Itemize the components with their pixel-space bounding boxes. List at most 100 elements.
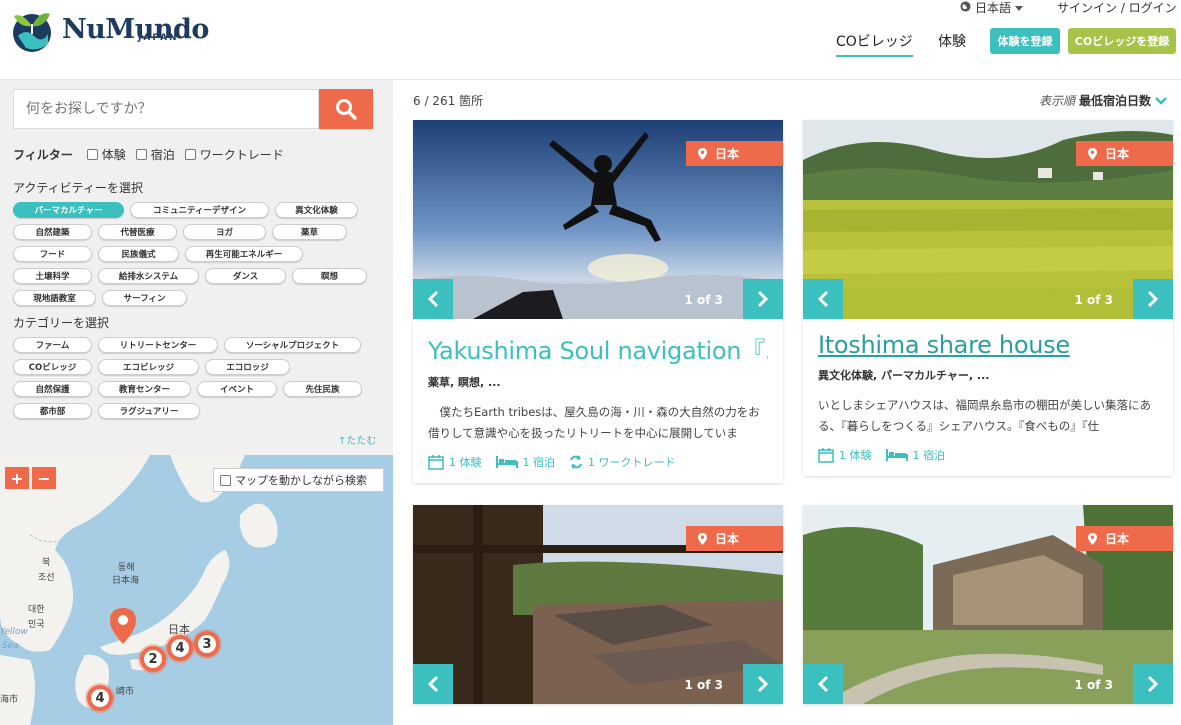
brand-name: NuMundo bbox=[62, 14, 209, 45]
meta-label: 1 ワークトレード bbox=[588, 456, 676, 469]
tag-social-project[interactable]: ソーシャルプロジェクト bbox=[224, 337, 361, 353]
tag-community-design[interactable]: コミュニティーデザイン bbox=[130, 202, 269, 218]
prev-photo-button[interactable] bbox=[803, 279, 843, 319]
map[interactable]: + − マップを動かしながら検索 동해 日本海 북 조선 대한 민국 日本 崎市… bbox=[0, 455, 393, 725]
checkbox[interactable] bbox=[86, 149, 98, 160]
tag-retreat-center[interactable]: リトリートセンター bbox=[98, 337, 218, 353]
zoom-out-button[interactable]: − bbox=[32, 467, 56, 489]
tag-ethnic-ritual[interactable]: 民族儀式 bbox=[98, 246, 179, 262]
search-icon bbox=[336, 99, 357, 120]
tag-nature-conservation[interactable]: 自然保護 bbox=[13, 381, 92, 397]
checkbox[interactable] bbox=[135, 149, 147, 160]
listing-meta: 1 体験 1 宿泊 1 ワークトレード bbox=[428, 454, 768, 470]
signin-link[interactable]: サインイン / ログイン bbox=[1057, 0, 1177, 16]
language-selector[interactable]: 日本語 bbox=[960, 0, 1024, 16]
prev-photo-button[interactable] bbox=[413, 664, 453, 704]
meta-stay: 1 宿泊 bbox=[885, 447, 945, 463]
meta-worktrade: 1 ワークトレード bbox=[569, 454, 676, 470]
tag-luxury[interactable]: ラグジュアリー bbox=[98, 403, 200, 419]
zoom-in-button[interactable]: + bbox=[5, 467, 29, 489]
listing-photo[interactable]: 日本 1 of 3 bbox=[803, 505, 1173, 704]
globe-icon bbox=[960, 0, 971, 15]
tag-renewable-energy[interactable]: 再生可能エネルギー bbox=[185, 246, 303, 262]
logo[interactable]: NuMundo bbox=[8, 6, 209, 54]
photo-counter: 1 of 3 bbox=[1074, 293, 1113, 307]
tag-indigenous[interactable]: 先住民族 bbox=[283, 381, 362, 397]
tag-natural-building[interactable]: 自然建築 bbox=[13, 224, 92, 240]
listing-photo[interactable]: 日本 1 of 3 bbox=[413, 120, 783, 319]
photo-counter: 1 of 3 bbox=[684, 293, 723, 307]
meta-label: 1 体験 bbox=[449, 456, 482, 469]
tag-soil-science[interactable]: 土壌科学 bbox=[13, 268, 92, 284]
checkbox[interactable] bbox=[184, 149, 196, 160]
location-badge: 日本 bbox=[686, 141, 783, 166]
meta-experience: 1 体験 bbox=[428, 454, 482, 470]
prev-photo-button[interactable] bbox=[413, 279, 453, 319]
meta-label: 1 体験 bbox=[839, 449, 872, 462]
listing-card[interactable]: 日本 1 of 3 bbox=[413, 505, 783, 704]
tag-permaculture[interactable]: パーマカルチャー bbox=[13, 202, 124, 218]
tag-education-center[interactable]: 教育センター bbox=[98, 381, 191, 397]
map-cluster[interactable]: 3 bbox=[194, 631, 220, 657]
checkbox[interactable] bbox=[220, 474, 231, 486]
sort-dropdown[interactable]: 表示順 最低宿泊日数 bbox=[1039, 92, 1167, 109]
nav-covillage[interactable]: COビレッジ bbox=[836, 31, 913, 57]
next-photo-button[interactable] bbox=[743, 664, 783, 704]
listing-title[interactable]: Itoshima share house bbox=[818, 331, 1158, 359]
tag-surfing[interactable]: サーフィン bbox=[102, 290, 187, 306]
search-input[interactable] bbox=[13, 89, 319, 129]
next-photo-button[interactable] bbox=[1133, 664, 1173, 704]
tag-cross-cultural[interactable]: 異文化体験 bbox=[275, 202, 358, 218]
listing-card[interactable]: 日本 1 of 3 Itoshima share house 異文化体験, パー… bbox=[803, 120, 1173, 476]
globe-logo-icon bbox=[8, 6, 56, 54]
map-cluster[interactable]: 4 bbox=[167, 635, 193, 661]
map-search-toggle[interactable]: マップを動かしながら検索 bbox=[213, 468, 384, 492]
location-label: 日本 bbox=[715, 532, 740, 546]
nav-experience[interactable]: 体験 bbox=[938, 31, 966, 51]
tag-ecolodge[interactable]: エコロッジ bbox=[205, 359, 290, 375]
tag-dance[interactable]: ダンス bbox=[205, 268, 286, 284]
tag-yoga[interactable]: ヨガ bbox=[183, 224, 266, 240]
tag-water-systems[interactable]: 給排水システム bbox=[98, 268, 199, 284]
listing-categories: 薬草, 瞑想, ... bbox=[428, 376, 501, 389]
map-cluster[interactable]: 2 bbox=[140, 646, 166, 672]
tag-ecovillage[interactable]: エコビレッジ bbox=[98, 359, 199, 375]
tag-event[interactable]: イベント bbox=[197, 381, 277, 397]
tag-meditation[interactable]: 瞑想 bbox=[292, 268, 367, 284]
next-photo-button[interactable] bbox=[743, 279, 783, 319]
sort-label: 表示順 bbox=[1039, 94, 1076, 108]
register-covillage-button[interactable]: COビレッジを登録 bbox=[1068, 28, 1176, 54]
bed-icon bbox=[885, 449, 908, 461]
listing-title[interactable]: Yakushima Soul navigation『... bbox=[428, 331, 768, 366]
tag-farm[interactable]: ファーム bbox=[13, 337, 92, 353]
filter-experience[interactable]: 体験 bbox=[86, 146, 126, 163]
map-label: 대한 bbox=[28, 605, 45, 615]
tag-alternative-medicine[interactable]: 代替医療 bbox=[98, 224, 177, 240]
chevron-left-icon bbox=[427, 290, 439, 308]
filter-option-label: 宿泊 bbox=[150, 148, 175, 162]
chevron-right-icon bbox=[757, 675, 769, 693]
map-label: 日本海 bbox=[112, 576, 140, 586]
search-button[interactable] bbox=[319, 89, 373, 129]
listing-card[interactable]: 日本 1 of 3 Yakushima Soul navigation『... … bbox=[413, 120, 783, 483]
filter-stay[interactable]: 宿泊 bbox=[135, 146, 175, 163]
map-canvas bbox=[0, 455, 278, 725]
location-badge: 日本 bbox=[1076, 526, 1173, 551]
tag-urban[interactable]: 都市部 bbox=[13, 403, 92, 419]
collapse-link[interactable]: ↑たたむ bbox=[338, 432, 376, 447]
listing-photo[interactable]: 日本 1 of 3 bbox=[803, 120, 1173, 319]
register-experience-button[interactable]: 体験を登録 bbox=[990, 28, 1060, 54]
tag-covillage[interactable]: COビレッジ bbox=[13, 359, 92, 375]
map-label: Yellow bbox=[0, 627, 28, 637]
listing-description: いとしまシェアハウスは、福岡県糸島市の棚田が美しい集落にある、『暮らしをつくる』… bbox=[818, 398, 1152, 433]
listing-photo[interactable]: 日本 1 of 3 bbox=[413, 505, 783, 704]
map-cluster[interactable]: 4 bbox=[87, 685, 113, 711]
chevron-left-icon bbox=[817, 290, 829, 308]
listing-card[interactable]: 日本 1 of 3 bbox=[803, 505, 1173, 704]
tag-food[interactable]: フード bbox=[13, 246, 92, 262]
filter-worktrade[interactable]: ワークトレード bbox=[184, 146, 284, 163]
next-photo-button[interactable] bbox=[1133, 279, 1173, 319]
tag-language-class[interactable]: 現地語教室 bbox=[13, 290, 96, 306]
tag-herbs[interactable]: 薬草 bbox=[272, 224, 347, 240]
prev-photo-button[interactable] bbox=[803, 664, 843, 704]
